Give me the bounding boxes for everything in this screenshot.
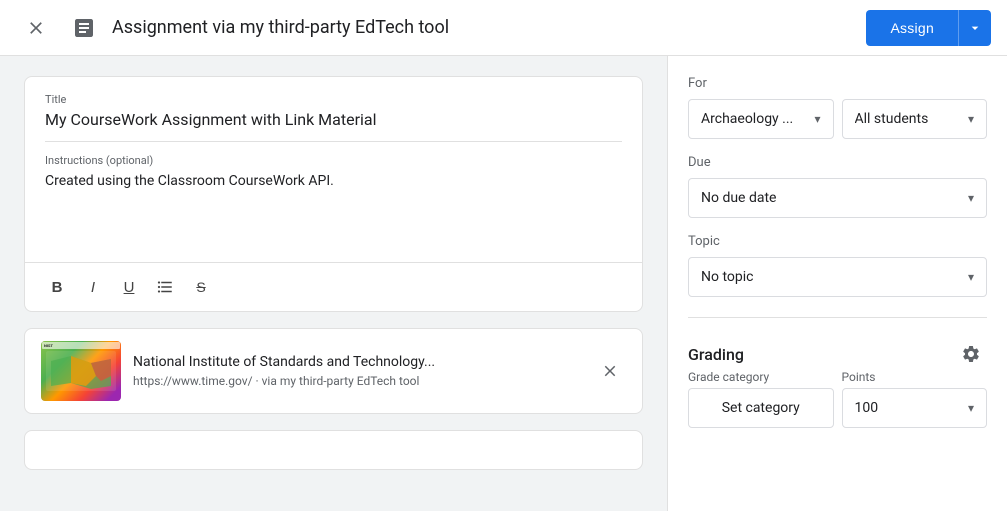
assign-button[interactable]: Assign (866, 10, 958, 46)
link-title: National Institute of Standards and Tech… (133, 354, 582, 370)
instructions-section[interactable]: Instructions (optional) Created using th… (25, 142, 642, 262)
header-actions: Assign (866, 10, 991, 46)
link-url: https://www.time.gov/ · via my third-par… (133, 374, 582, 388)
grading-row: Grade category Set category Points 100 ▾ (688, 370, 987, 428)
points-dropdown-arrow: ▾ (968, 401, 974, 415)
assign-dropdown-button[interactable] (958, 10, 991, 46)
list-button[interactable] (149, 271, 181, 303)
strikethrough-button[interactable]: S (185, 271, 217, 303)
bold-button[interactable]: B (41, 271, 73, 303)
topic-section: Topic No topic ▾ (688, 234, 987, 297)
formatting-toolbar: B I U S (25, 262, 642, 311)
points-label: Points (842, 370, 988, 384)
students-dropdown-arrow: ▾ (968, 112, 974, 126)
page-title: Assignment via my third-party EdTech too… (112, 17, 866, 38)
instructions-text: Created using the Classroom CourseWork A… (45, 173, 622, 189)
section-divider (688, 317, 987, 318)
points-col: Points 100 ▾ (842, 370, 988, 428)
grading-section: Grading Grade category Set category Poin… (688, 338, 987, 428)
link-info: National Institute of Standards and Tech… (133, 354, 582, 388)
topic-label: Topic (688, 234, 987, 249)
topic-dropdown[interactable]: No topic ▾ (688, 257, 987, 297)
students-dropdown[interactable]: All students ▾ (842, 99, 988, 139)
due-label: Due (688, 155, 987, 170)
grade-category-col: Grade category Set category (688, 370, 834, 428)
title-section: Title (25, 77, 642, 141)
link-attachment-card: NIST National Institute of Standards and… (24, 328, 643, 414)
underline-button[interactable]: U (113, 271, 145, 303)
due-date-value: No due date (701, 190, 776, 206)
grade-category-label: Grade category (688, 370, 834, 384)
due-dropdown-arrow: ▾ (968, 191, 974, 205)
assignment-card: Title Instructions (optional) Created us… (24, 76, 643, 312)
map-image: NIST (41, 341, 121, 401)
bottom-placeholder-card (24, 430, 643, 470)
link-remove-button[interactable] (594, 355, 626, 387)
class-dropdown[interactable]: Archaeology ... ▾ (688, 99, 834, 139)
class-value: Archaeology ... (701, 111, 806, 127)
class-dropdown-arrow: ▾ (814, 112, 820, 126)
main-content: Title Instructions (optional) Created us… (0, 56, 1007, 511)
doc-icon (64, 8, 104, 48)
link-thumbnail: NIST (41, 341, 121, 401)
left-panel: Title Instructions (optional) Created us… (0, 56, 667, 511)
set-category-button[interactable]: Set category (688, 388, 834, 428)
points-dropdown[interactable]: 100 ▾ (842, 388, 988, 428)
for-label: For (688, 76, 987, 91)
due-section: Due No due date ▾ (688, 155, 987, 218)
points-value: 100 (855, 400, 879, 416)
for-selects: Archaeology ... ▾ All students ▾ (688, 99, 987, 139)
title-label: Title (45, 93, 622, 106)
instructions-label: Instructions (optional) (45, 154, 622, 167)
for-section: For Archaeology ... ▾ All students ▾ (688, 76, 987, 139)
italic-button[interactable]: I (77, 271, 109, 303)
title-input[interactable] (45, 110, 622, 129)
grading-title: Grading (688, 345, 744, 364)
right-panel: For Archaeology ... ▾ All students ▾ Due… (667, 56, 1007, 511)
grading-settings-button[interactable] (955, 338, 987, 370)
header: Assignment via my third-party EdTech too… (0, 0, 1007, 56)
topic-dropdown-arrow: ▾ (968, 270, 974, 284)
students-value: All students (855, 111, 960, 127)
close-button[interactable] (16, 8, 56, 48)
grading-header: Grading (688, 338, 987, 370)
topic-value: No topic (701, 269, 753, 285)
due-date-dropdown[interactable]: No due date ▾ (688, 178, 987, 218)
